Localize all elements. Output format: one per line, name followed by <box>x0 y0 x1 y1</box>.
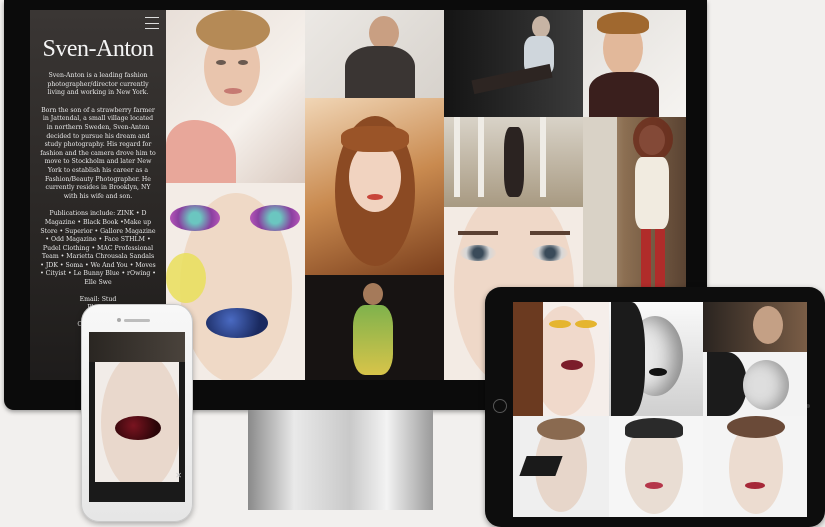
publications-text: Publications include: ZINK • D Magazine … <box>40 210 156 287</box>
gallery-photo[interactable] <box>166 10 305 183</box>
gallery-photo[interactable] <box>703 302 807 352</box>
gallery-photo[interactable] <box>513 416 609 517</box>
gallery-photo[interactable] <box>305 98 444 275</box>
gallery-photo[interactable] <box>703 416 807 517</box>
gallery-photo[interactable] <box>703 352 807 416</box>
gallery-photo[interactable] <box>609 302 703 416</box>
gallery-photo[interactable] <box>583 10 686 117</box>
gallery-photo[interactable] <box>513 302 609 416</box>
gallery-photo[interactable] <box>444 117 583 207</box>
tablet-home-button[interactable] <box>493 399 507 413</box>
intro-text: Sven-Anton is a leading fashion photogra… <box>47 72 149 97</box>
tablet-device <box>485 287 825 527</box>
phone-screen: ✕ <box>89 332 185 502</box>
gallery-photo-enlarged[interactable] <box>95 362 179 482</box>
gallery-photo[interactable] <box>609 416 703 517</box>
monitor-stand <box>248 410 433 510</box>
gallery-photo[interactable] <box>305 275 444 380</box>
close-icon[interactable]: ✕ <box>175 471 182 480</box>
email-line[interactable]: Email: Stud <box>30 296 166 305</box>
gallery-photo[interactable] <box>444 10 583 117</box>
phone-camera <box>117 318 121 322</box>
bio-text: Born the son of a strawberry farmer in J… <box>40 106 156 200</box>
phone-speaker <box>124 319 150 322</box>
site-brand-title[interactable]: Sven-Anton <box>30 36 166 63</box>
gallery-photo[interactable] <box>305 10 444 98</box>
tablet-screen <box>513 302 807 517</box>
hamburger-menu-icon[interactable] <box>144 15 160 31</box>
phone-device: ✕ <box>81 304 193 522</box>
